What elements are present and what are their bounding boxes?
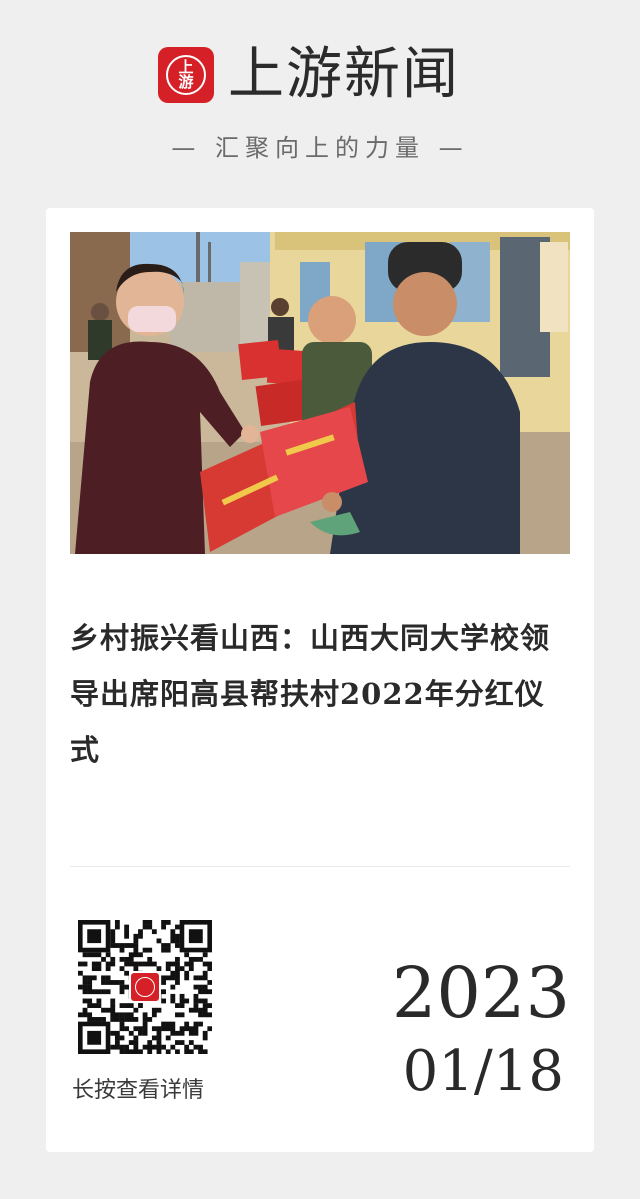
- header: 上游 上游新闻 — 汇聚向上的力量 —: [0, 0, 640, 200]
- brand-logo: 上游: [158, 47, 214, 103]
- brand-name: 上游新闻: [228, 42, 460, 107]
- news-photo: [70, 232, 570, 554]
- qr-logo-ring: [135, 977, 155, 997]
- logo-mark: 上游: [178, 58, 194, 91]
- press-hint: 长按查看详情: [72, 1078, 205, 1103]
- brand: 上游 上游新闻: [158, 44, 460, 106]
- date-month-day: 01/18: [402, 1039, 564, 1104]
- news-photo-illustration: [70, 232, 570, 554]
- qr-code-icon[interactable]: [78, 920, 212, 1054]
- article-title[interactable]: 乡村振兴看山西：山西大同大学校领导出席阳高县帮扶村2022年分红仪式: [70, 610, 570, 778]
- qr-logo-icon: [129, 971, 161, 1003]
- share-card[interactable]: 乡村振兴看山西：山西大同大学校领导出席阳高县帮扶村2022年分红仪式 长按查看详…: [46, 208, 594, 1152]
- date-year: 2023: [391, 952, 570, 1034]
- divider: [70, 866, 570, 867]
- slogan: — 汇聚向上的力量 —: [171, 134, 469, 162]
